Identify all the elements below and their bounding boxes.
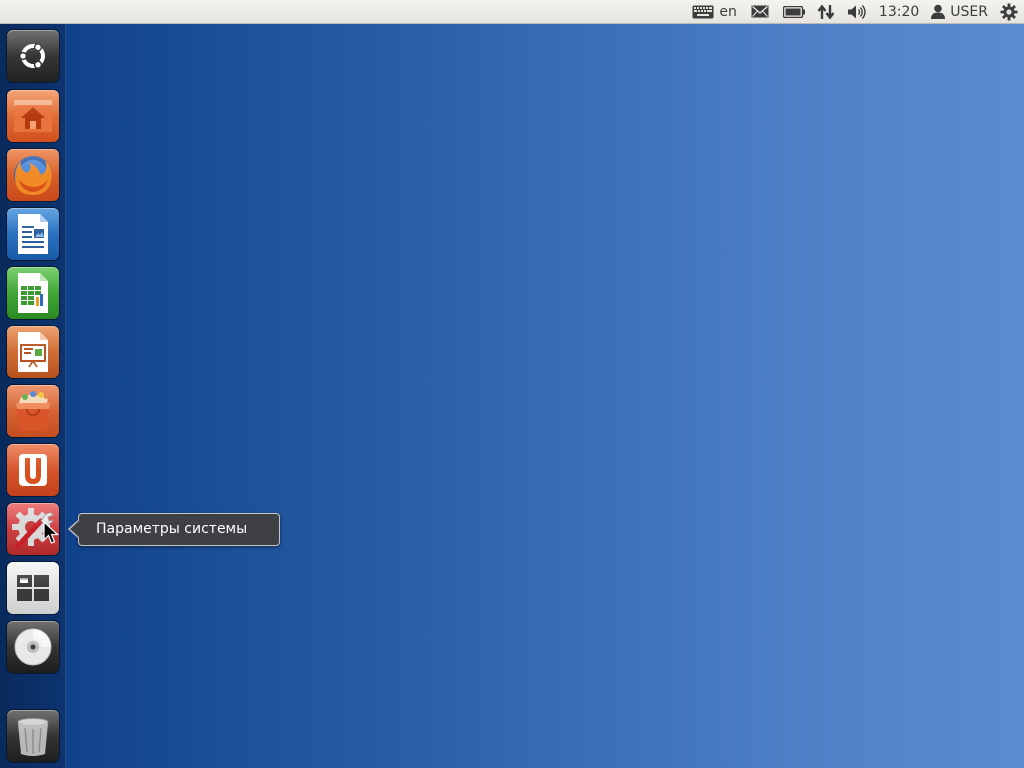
keyboard-indicator[interactable]: en	[692, 0, 737, 24]
launcher-item-software-center[interactable]	[7, 385, 59, 437]
ubuntu-logo-icon	[18, 43, 45, 69]
ubuntu-one-icon	[19, 454, 47, 486]
disc-icon	[14, 628, 52, 666]
top-panel: en 13:20 USER	[0, 0, 1024, 24]
impress-icon	[18, 332, 48, 372]
language-label: en	[719, 3, 737, 20]
user-name: USER	[950, 3, 988, 20]
launcher-item-home-folder[interactable]	[7, 90, 59, 142]
clock: 13:20	[878, 3, 920, 20]
launcher-item-ubuntu-one[interactable]	[7, 444, 59, 496]
launcher-item-dvd[interactable]	[7, 621, 59, 673]
messaging-indicator[interactable]	[751, 0, 769, 24]
session-indicator[interactable]	[1000, 0, 1018, 24]
calc-icon	[18, 273, 48, 313]
launcher-tooltip: Параметры системы	[68, 513, 280, 547]
trash-icon	[17, 718, 49, 756]
launcher-item-libreoffice-calc[interactable]	[7, 267, 59, 319]
envelope-icon	[751, 5, 769, 18]
launcher-item-trash[interactable]	[7, 710, 59, 762]
tooltip-arrow-inner	[70, 520, 80, 538]
firefox-icon	[14, 156, 52, 195]
launcher-item-firefox[interactable]	[7, 149, 59, 201]
battery-indicator[interactable]	[782, 0, 805, 24]
mouse-pointer-icon	[43, 521, 59, 544]
sound-indicator[interactable]	[847, 0, 867, 24]
user-indicator[interactable]: USER	[931, 0, 988, 24]
tooltip-text: Параметры системы	[96, 521, 248, 537]
gear-icon	[1000, 3, 1018, 20]
launcher-item-workspace-switcher[interactable]	[7, 562, 59, 614]
launcher-item-dash-home[interactable]	[7, 30, 59, 82]
network-arrows-icon	[817, 4, 835, 19]
battery-icon	[782, 5, 805, 18]
network-indicator[interactable]	[817, 0, 835, 24]
launcher-item-libreoffice-impress[interactable]	[7, 326, 59, 378]
keyboard-icon	[692, 5, 714, 18]
volume-icon	[847, 4, 866, 19]
workspace-icon	[17, 575, 49, 601]
software-center-icon	[16, 391, 50, 431]
launcher	[0, 24, 66, 768]
launcher-item-libreoffice-writer[interactable]	[7, 208, 59, 260]
user-icon	[931, 4, 946, 19]
home-folder-icon	[14, 100, 52, 132]
writer-icon	[18, 214, 48, 254]
clock-indicator[interactable]: 13:20	[879, 0, 919, 24]
